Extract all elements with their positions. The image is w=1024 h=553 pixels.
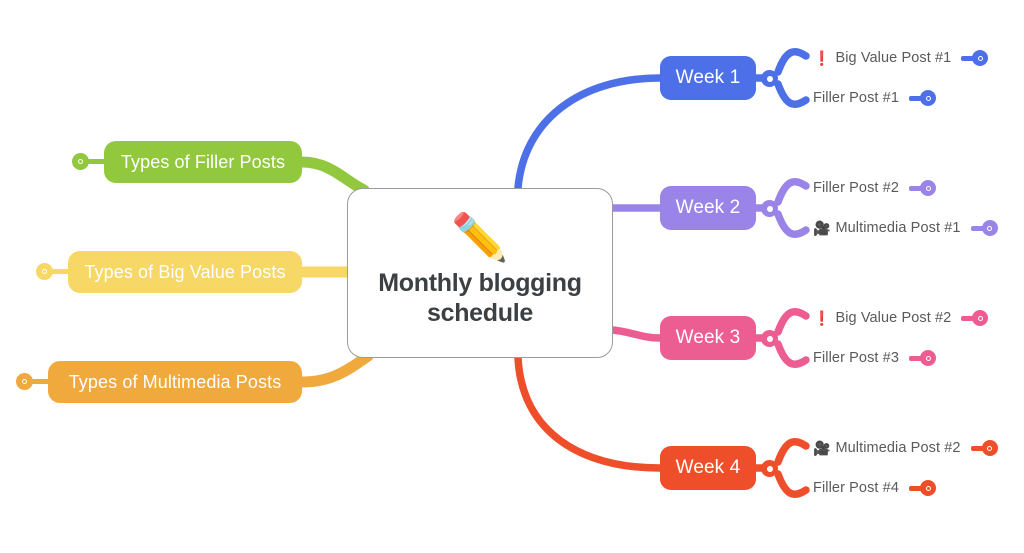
- movie-camera-emoji: 🎥: [813, 220, 831, 236]
- leaf-label-filler-post-4: Filler Post #4: [813, 480, 900, 496]
- branch-label-types-of-multimedia-posts: Types of Multimedia Posts: [68, 371, 282, 392]
- leaf-filler-post-1[interactable]: Filler Post #1: [813, 90, 937, 106]
- leaf-label-multimedia-post-2: Multimedia Post #2: [835, 440, 961, 456]
- branch-types-of-filler-posts[interactable]: Types of Filler Posts: [104, 141, 302, 183]
- wire-types-of-multimedia-posts: [296, 350, 374, 388]
- leaf-endpoint-big-value-post-2[interactable]: [961, 310, 989, 326]
- fork-week-4-upper: [774, 438, 810, 466]
- leaf-label-multimedia-post-1: Multimedia Post #1: [835, 220, 961, 236]
- junction-week-4[interactable]: [761, 460, 778, 477]
- leaf-big-value-post-2[interactable]: ❗ Big Value Post #2: [813, 310, 989, 326]
- leaf-dot[interactable]: [981, 440, 998, 456]
- junction-week-2[interactable]: [761, 200, 778, 217]
- leaf-endpoint-multimedia-post-2[interactable]: [970, 440, 998, 456]
- node-label-week-2: Week 2: [675, 197, 741, 218]
- leaf-endpoint-multimedia-post-1[interactable]: [970, 220, 998, 236]
- node-label-week-3: Week 3: [675, 327, 741, 348]
- node-week-1[interactable]: Week 1: [660, 56, 756, 100]
- exclamation-mark-emoji: ❗: [813, 310, 831, 326]
- wire-week-4: [514, 354, 664, 472]
- leaf-big-value-post-1[interactable]: ❗ Big Value Post #1: [813, 50, 989, 66]
- central-node[interactable]: ✏️ Monthly blogging schedule: [347, 188, 613, 358]
- node-week-4[interactable]: Week 4: [660, 446, 756, 490]
- fork-week-3-lower: [774, 340, 810, 368]
- fork-week-3-upper: [774, 308, 810, 336]
- central-node-title: Monthly blogging schedule: [378, 269, 582, 327]
- leaf-dot[interactable]: [920, 350, 937, 366]
- leaf-multimedia-post-1[interactable]: 🎥 Multimedia Post #1: [813, 220, 998, 236]
- leaf-filler-post-3[interactable]: Filler Post #3: [813, 350, 937, 366]
- leaf-filler-post-2[interactable]: Filler Post #2: [813, 180, 937, 196]
- collapse-handle-types-of-multimedia-posts[interactable]: [16, 373, 33, 390]
- branch-types-of-big-value-posts[interactable]: Types of Big Value Posts: [68, 251, 302, 293]
- fork-week-4-lower: [774, 470, 810, 498]
- fork-week-2-upper: [774, 178, 810, 206]
- leaf-endpoint-filler-post-4[interactable]: [909, 480, 937, 496]
- leaf-dot[interactable]: [972, 310, 989, 326]
- wire-week-3: [609, 326, 664, 342]
- handle-stub-types-of-filler-posts: [87, 159, 107, 164]
- leaf-label-filler-post-1: Filler Post #1: [813, 90, 900, 106]
- leaf-dot[interactable]: [972, 50, 989, 66]
- leaf-dot[interactable]: [981, 220, 998, 236]
- leaf-dot[interactable]: [920, 180, 937, 196]
- node-week-3[interactable]: Week 3: [660, 316, 756, 360]
- fork-week-1-upper: [774, 48, 810, 76]
- leaf-endpoint-big-value-post-1[interactable]: [961, 50, 989, 66]
- node-label-week-1: Week 1: [675, 67, 741, 88]
- fork-week-2-lower: [774, 210, 810, 238]
- mindmap-canvas: ✏️ Monthly blogging schedule Types of Fi…: [0, 0, 1024, 553]
- wire-types-of-filler-posts: [296, 156, 370, 196]
- node-label-week-4: Week 4: [675, 457, 741, 478]
- collapse-handle-types-of-filler-posts[interactable]: [72, 153, 89, 170]
- fork-week-1-lower: [774, 80, 810, 108]
- collapse-handle-types-of-big-value-posts[interactable]: [36, 263, 53, 280]
- movie-camera-emoji: 🎥: [813, 440, 831, 456]
- leaf-filler-post-4[interactable]: Filler Post #4: [813, 480, 937, 496]
- branch-types-of-multimedia-posts[interactable]: Types of Multimedia Posts: [48, 361, 302, 403]
- leaf-label-big-value-post-1: Big Value Post #1: [835, 50, 952, 66]
- leaf-endpoint-filler-post-2[interactable]: [909, 180, 937, 196]
- leaf-label-big-value-post-2: Big Value Post #2: [835, 310, 952, 326]
- leaf-endpoint-filler-post-3[interactable]: [909, 350, 937, 366]
- pencil-emoji: ✏️: [451, 211, 509, 263]
- leaf-label-filler-post-3: Filler Post #3: [813, 350, 900, 366]
- leaf-label-filler-post-2: Filler Post #2: [813, 180, 900, 196]
- junction-week-3[interactable]: [761, 330, 778, 347]
- branch-label-types-of-filler-posts: Types of Filler Posts: [120, 151, 286, 172]
- branch-label-types-of-big-value-posts: Types of Big Value Posts: [84, 261, 286, 282]
- handle-stub-types-of-big-value-posts: [51, 269, 71, 274]
- exclamation-mark-emoji: ❗: [813, 50, 831, 66]
- handle-stub-types-of-multimedia-posts: [31, 379, 51, 384]
- node-week-2[interactable]: Week 2: [660, 186, 756, 230]
- leaf-dot[interactable]: [920, 480, 937, 496]
- leaf-endpoint-filler-post-1[interactable]: [909, 90, 937, 106]
- leaf-dot[interactable]: [920, 90, 937, 106]
- wire-week-1: [514, 74, 664, 192]
- leaf-multimedia-post-2[interactable]: 🎥 Multimedia Post #2: [813, 440, 998, 456]
- junction-week-1[interactable]: [761, 70, 778, 87]
